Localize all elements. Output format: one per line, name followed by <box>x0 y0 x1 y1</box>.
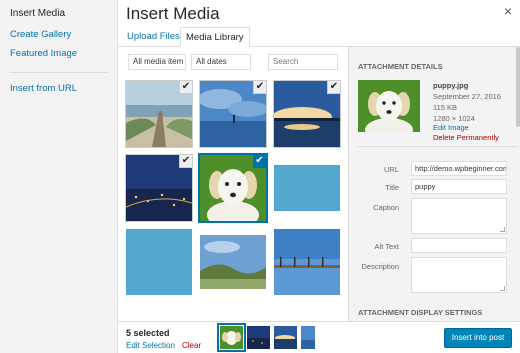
selection-thumb-sunset[interactable] <box>274 326 297 349</box>
attachment-lake[interactable]: ✔ <box>200 81 266 147</box>
attachment-pier[interactable] <box>274 229 340 295</box>
frame-title: Insert Media <box>126 4 220 23</box>
attachment-dimensions: 1280 × 1024 <box>433 114 475 123</box>
menu-item-insert-media[interactable]: Insert Media <box>10 8 65 19</box>
delete-permanently-link[interactable]: Delete Permanently <box>433 133 499 142</box>
lake-thumb-image <box>301 326 315 349</box>
check-icon[interactable]: ✔ <box>327 81 340 94</box>
sidebar-scrollbar[interactable] <box>516 47 520 127</box>
attachment-date: September 27, 2016 <box>433 92 501 101</box>
alt-text-field[interactable] <box>411 238 507 253</box>
menu-separator <box>10 72 108 73</box>
insert-into-post-button[interactable]: Insert into post <box>444 328 512 348</box>
selection-thumb-city[interactable] <box>247 326 270 349</box>
attachment-hills[interactable] <box>200 229 266 295</box>
attachment-boardwalk[interactable]: ✔ <box>126 81 192 147</box>
blue-square-image <box>126 229 192 295</box>
media-type-filter[interactable]: All media item <box>128 54 186 70</box>
menu-item-create-gallery[interactable]: Create Gallery <box>10 29 71 40</box>
attachment-preview <box>358 80 420 132</box>
attachment-blue-square[interactable] <box>126 229 192 295</box>
selection-count: 5 selected <box>126 328 170 338</box>
selection-thumb-puppy[interactable] <box>220 326 243 349</box>
hills-image <box>200 229 266 295</box>
pier-image <box>274 229 340 295</box>
attachment-blue-placeholder[interactable] <box>274 155 340 221</box>
blue-placeholder-image <box>274 155 340 221</box>
attachment-puppy[interactable]: ✔ <box>200 155 266 221</box>
clear-selection-link[interactable]: Clear <box>182 341 201 350</box>
url-field[interactable]: http://demo.wpbeginner.com <box>411 161 507 176</box>
attachment-filename: puppy.jpg <box>433 81 469 90</box>
resize-handle-icon[interactable] <box>500 227 505 232</box>
selection-thumb-lake[interactable] <box>301 326 315 349</box>
check-icon[interactable]: ✔ <box>253 81 266 94</box>
alt-text-label: Alt Text <box>374 242 399 251</box>
edit-image-link[interactable]: Edit Image <box>433 123 469 132</box>
menu-item-insert-from-url[interactable]: Insert from URL <box>10 83 77 94</box>
attachment-city[interactable]: ✔ <box>126 155 192 221</box>
puppy-preview-image <box>358 80 420 132</box>
attachment-sunset[interactable]: ✔ <box>274 81 340 147</box>
attachment-filesize: 115 KB <box>433 103 458 112</box>
attachment-details-heading: ATTACHMENT DETAILS <box>358 62 443 71</box>
caption-field[interactable] <box>411 198 507 234</box>
title-label: Title <box>385 183 399 192</box>
attachment-details-sidebar: ATTACHMENT DETAILS puppy.jpg September 2… <box>348 47 520 321</box>
check-icon[interactable]: ✔ <box>179 155 192 168</box>
check-icon[interactable]: ✔ <box>179 81 192 94</box>
sunset-thumb-image <box>274 326 297 349</box>
title-field[interactable]: puppy <box>411 179 507 194</box>
caption-label: Caption <box>373 203 399 212</box>
tab-media-library[interactable]: Media Library <box>180 27 250 47</box>
router-tabs: Upload Files Media Library <box>118 25 520 47</box>
tab-upload-files[interactable]: Upload Files <box>122 27 185 47</box>
sidebar-separator <box>358 146 518 147</box>
date-filter[interactable]: All dates <box>191 54 251 70</box>
close-icon[interactable]: × <box>504 3 512 19</box>
url-label: URL <box>383 165 399 174</box>
edit-selection-link[interactable]: Edit Selection <box>126 341 175 350</box>
check-icon[interactable]: ✔ <box>253 155 266 168</box>
puppy-thumb-image <box>220 326 243 349</box>
media-toolbar: 5 selected Edit Selection Clear Insert i… <box>118 321 520 353</box>
media-frame-menu: Insert Media Create Gallery Featured Ima… <box>0 0 118 353</box>
description-field[interactable] <box>411 257 507 293</box>
description-label: Description <box>361 262 399 271</box>
resize-handle-icon[interactable] <box>500 286 505 291</box>
menu-item-featured-image[interactable]: Featured Image <box>10 48 77 59</box>
search-input[interactable]: Search <box>268 54 338 70</box>
attachments-browser: All media item All dates Search ✔ ✔ ✔ ✔ … <box>118 47 348 321</box>
attachment-display-settings-heading: ATTACHMENT DISPLAY SETTINGS <box>358 308 483 317</box>
city-thumb-image <box>247 326 270 349</box>
